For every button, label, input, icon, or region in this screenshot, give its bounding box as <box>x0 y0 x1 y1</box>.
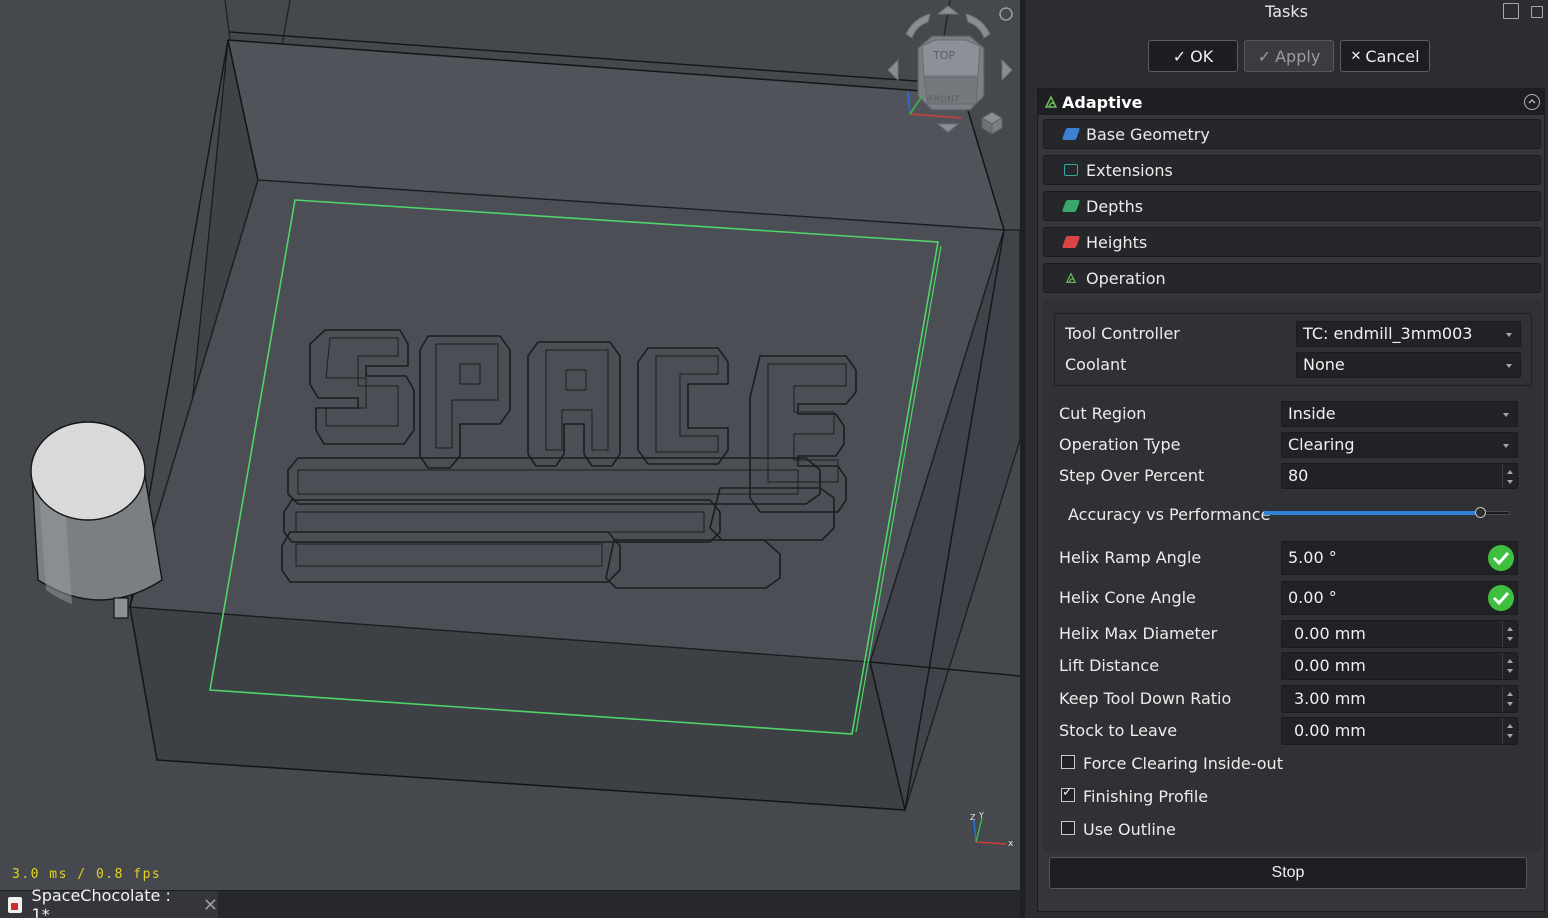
navcube-front-label[interactable]: FRONT <box>929 95 960 105</box>
navigation-cube[interactable]: TOP FRONT <box>880 0 1020 140</box>
valid-check-icon <box>1488 585 1514 611</box>
section-extensions[interactable]: Extensions <box>1043 155 1541 185</box>
navcube-top-label[interactable]: TOP <box>932 49 955 62</box>
coolant-label: Coolant <box>1065 355 1127 374</box>
helix-max-diameter-label: Helix Max Diameter <box>1059 624 1218 643</box>
stock-to-leave-label: Stock to Leave <box>1059 721 1178 740</box>
model-scene <box>30 0 1020 813</box>
axis-z-label: Z <box>970 813 976 822</box>
apply-button[interactable]: ✓ Apply <box>1244 40 1334 72</box>
document-tab[interactable]: SpaceChocolate : 1* ✕ <box>0 886 218 918</box>
operation-icon <box>1065 272 1077 283</box>
task-header[interactable]: Adaptive <box>1038 89 1544 115</box>
step-over-spinbox[interactable]: 80 <box>1281 463 1518 489</box>
stop-button[interactable]: Stop <box>1049 857 1527 889</box>
lift-distance-label: Lift Distance <box>1059 656 1160 675</box>
finishing-profile-checkbox[interactable]: ✓ <box>1061 785 1075 802</box>
tool-controller-group: Tool Controller TC: endmill_3mm003 Coola… <box>1054 313 1532 386</box>
cut-region-label: Cut Region <box>1059 404 1147 423</box>
document-tab-label: SpaceChocolate : 1* <box>31 886 171 918</box>
check-icon: ✓ <box>1172 46 1187 66</box>
extensions-icon <box>1064 164 1078 176</box>
check-icon: ✓ <box>1257 46 1272 66</box>
float-window-icon[interactable] <box>1531 6 1543 18</box>
close-tab-icon[interactable]: ✕ <box>203 895 218 916</box>
operation-panel: Tool Controller TC: endmill_3mm003 Coola… <box>1043 299 1541 851</box>
collapse-icon[interactable] <box>1524 94 1540 110</box>
step-down-icon[interactable] <box>1507 669 1513 673</box>
accuracy-slider-fill <box>1264 511 1481 515</box>
helix-max-diameter-spinbox[interactable]: 0.00 mm <box>1281 620 1518 648</box>
step-down-icon[interactable] <box>1507 702 1513 706</box>
axis-x-label: x <box>1008 839 1014 849</box>
section-base-geometry[interactable]: Base Geometry <box>1043 119 1541 149</box>
helix-cone-input[interactable]: 0.00 ° <box>1281 581 1518 615</box>
chevron-down-icon <box>1503 444 1509 448</box>
adaptive-icon <box>1044 95 1058 108</box>
keep-tool-down-spinbox[interactable]: 3.00 mm <box>1281 685 1518 713</box>
coolant-select[interactable]: None <box>1296 352 1521 378</box>
check-icon: ✓ <box>1062 785 1073 800</box>
document-icon <box>8 897 22 913</box>
panel-title: Tasks <box>1265 2 1308 21</box>
operation-type-select[interactable]: Clearing <box>1281 432 1518 458</box>
stock-to-leave-spinbox[interactable]: 0.00 mm <box>1281 717 1518 745</box>
keep-tool-down-label: Keep Tool Down Ratio <box>1059 689 1232 708</box>
chevron-down-icon <box>1506 333 1512 337</box>
document-tab-bar: SpaceChocolate : 1* ✕ <box>0 886 1020 918</box>
tool-controller-select[interactable]: TC: endmill_3mm003 <box>1296 321 1521 347</box>
chevron-down-icon <box>1503 413 1509 417</box>
step-up-icon[interactable] <box>1507 692 1513 696</box>
task-header-label: Adaptive <box>1062 92 1143 112</box>
tool-controller-label: Tool Controller <box>1065 324 1180 343</box>
cut-region-select[interactable]: Inside <box>1281 401 1518 427</box>
helix-cone-label: Helix Cone Angle <box>1059 588 1196 607</box>
tasks-panel: Tasks ✓ OK ✓ Apply ✕ Cancel Adaptive Bas… <box>1020 0 1548 918</box>
close-icon: ✕ <box>1350 48 1362 64</box>
axis-triad: x Z Y <box>970 811 1014 849</box>
axis-y-label: Y <box>978 811 984 820</box>
valid-check-icon <box>1488 545 1514 571</box>
fps-counter: 3.0 ms / 0.8 fps <box>12 867 162 882</box>
step-down-icon[interactable] <box>1507 637 1513 641</box>
cutting-tool <box>30 421 163 619</box>
helix-ramp-label: Helix Ramp Angle <box>1059 548 1202 567</box>
accuracy-label: Accuracy vs Performance <box>1068 505 1271 524</box>
step-down-icon[interactable] <box>1507 734 1513 738</box>
step-down-icon[interactable] <box>1507 480 1513 484</box>
3d-viewport[interactable]: TOP FRONT x Z Y 3.0 ms / 0.8 fps <box>0 0 1020 890</box>
finishing-profile-label: Finishing Profile <box>1083 787 1209 806</box>
cancel-button[interactable]: ✕ Cancel <box>1340 40 1430 72</box>
step-up-icon[interactable] <box>1507 659 1513 663</box>
use-outline-checkbox[interactable] <box>1061 821 1075 835</box>
section-depths[interactable]: Depths <box>1043 191 1541 221</box>
ok-button[interactable]: ✓ OK <box>1148 40 1238 72</box>
use-outline-label: Use Outline <box>1083 820 1176 839</box>
step-up-icon[interactable] <box>1507 470 1513 474</box>
helix-ramp-input[interactable]: 5.00 ° <box>1281 541 1518 575</box>
section-heights[interactable]: Heights <box>1043 227 1541 257</box>
section-operation[interactable]: Operation <box>1043 263 1541 293</box>
dock-restore-icon[interactable] <box>1503 3 1519 19</box>
force-clearing-checkbox[interactable] <box>1061 755 1075 769</box>
operation-type-label: Operation Type <box>1059 435 1181 454</box>
step-up-icon[interactable] <box>1507 627 1513 631</box>
depths-icon <box>1061 200 1081 212</box>
heights-icon <box>1061 236 1081 248</box>
force-clearing-label: Force Clearing Inside-out <box>1083 754 1283 773</box>
accuracy-slider-handle[interactable] <box>1475 507 1487 518</box>
lift-distance-spinbox[interactable]: 0.00 mm <box>1281 652 1518 680</box>
step-up-icon[interactable] <box>1507 724 1513 728</box>
step-over-label: Step Over Percent <box>1059 466 1205 485</box>
adaptive-task-box: Adaptive Base Geometry Extensions Depths… <box>1037 88 1545 912</box>
chevron-down-icon <box>1506 364 1512 368</box>
base-geometry-icon <box>1061 128 1081 140</box>
